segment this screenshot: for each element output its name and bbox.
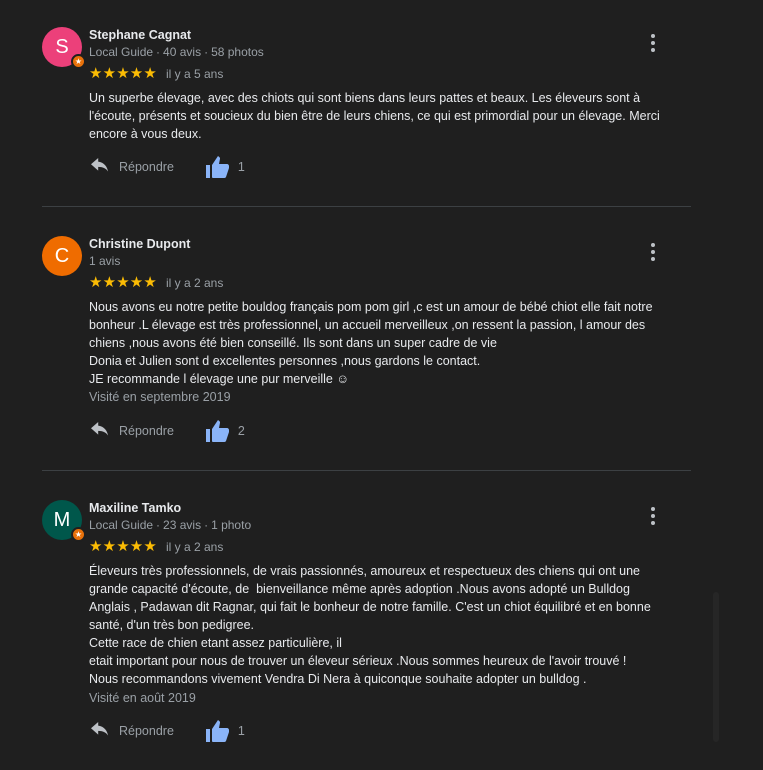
review-text: Un superbe élevage, avec des chiots qui …	[89, 89, 689, 143]
star-icon: ★	[143, 65, 157, 82]
avatar[interactable]: C	[42, 236, 82, 276]
reviewer-header: Stephane Cagnat Local Guide · 40 avis · 58 p…	[89, 27, 264, 60]
reviewer-name[interactable]: Christine Dupont	[89, 236, 190, 252]
reviewer-name[interactable]: Maxiline Tamko	[89, 500, 251, 516]
reply-button[interactable]: Répondre	[89, 158, 174, 176]
reply-button[interactable]: Répondre	[89, 422, 174, 440]
avatar[interactable]: M ★	[42, 500, 86, 542]
star-rating: ★ ★ ★ ★ ★	[89, 539, 157, 555]
star-icon: ★	[129, 274, 144, 291]
rating-row: ★ ★ ★ ★ ★ il y a 2 ans	[89, 275, 223, 291]
review-text-line: etait important pour nous de trouver un …	[89, 654, 627, 668]
like-count: 1	[237, 724, 245, 738]
like-count: 1	[237, 160, 245, 174]
star-icon: ★	[129, 538, 144, 555]
thumbs-up-icon	[205, 720, 229, 742]
star-icon: ★	[143, 538, 157, 555]
local-guide-star-icon: ★	[71, 527, 86, 542]
reviewer-meta: Local Guide · 40 avis · 58 photos	[89, 45, 264, 59]
review-text: Nous avons eu notre petite bouldog franç…	[89, 298, 689, 388]
thumbs-up-icon	[205, 420, 229, 442]
like-button[interactable]: 1	[205, 720, 245, 742]
star-icon: ★	[116, 538, 130, 555]
divider	[42, 206, 691, 207]
review-date: il y a 2 ans	[165, 540, 224, 554]
review-actions: Répondre 1	[89, 156, 245, 178]
more-vert-icon[interactable]	[643, 504, 663, 528]
review-text-line: bonheur .L élevage est très professionne…	[89, 318, 646, 332]
review-count: 23 avis	[163, 518, 202, 532]
review-text-line: Éleveurs très professionnels, de vrais p…	[89, 564, 641, 578]
local-guide-label: Local Guide	[89, 518, 154, 532]
review-count: 40 avis	[163, 45, 202, 59]
reply-arrow-icon	[91, 722, 109, 736]
review-text-line: chiens ,nous avons été bien conseillé. I…	[89, 336, 497, 350]
reviewer-meta: 1 avis	[89, 253, 190, 269]
reviewer-header: Maxiline Tamko Local Guide · 23 avis · 1 pho…	[89, 500, 251, 533]
visited-date: Visité en août 2019	[89, 691, 196, 705]
review-text-line: Cette race de chien etant assez particul…	[89, 636, 342, 650]
reply-label: Répondre	[119, 724, 174, 738]
review-text-line: Nous avons eu notre petite bouldog franç…	[89, 300, 653, 314]
like-button[interactable]: 2	[205, 420, 245, 442]
review-card: S ★ Stephane Cagnat Local Guide · 40 avis ·…	[42, 27, 691, 197]
review-text-line: Anglais , Padawan dit Ragnar, qui fait l…	[89, 600, 651, 614]
star-icon: ★	[129, 65, 144, 82]
thumbs-up-icon	[205, 156, 229, 178]
rating-row: ★ ★ ★ ★ ★ il y a 2 ans	[89, 539, 223, 555]
reply-button[interactable]: Répondre	[89, 722, 174, 740]
review-text-line: JE recommande l élevage une pur merveill…	[89, 372, 350, 386]
review-actions: Répondre 2	[89, 420, 245, 442]
review-count: 1 avis	[89, 254, 121, 268]
review-text-line: Un superbe élevage, avec des chiots qui …	[89, 91, 641, 105]
star-icon: ★	[143, 274, 157, 291]
star-icon: ★	[116, 274, 130, 291]
avatar[interactable]: S ★	[42, 27, 86, 69]
visited-date: Visité en septembre 2019	[89, 390, 231, 404]
review-actions: Répondre 1	[89, 720, 245, 742]
star-icon: ★	[89, 274, 103, 291]
star-icon: ★	[116, 65, 130, 82]
reviewer-header: Christine Dupont 1 avis	[89, 236, 190, 269]
reply-arrow-icon	[91, 158, 109, 172]
more-vert-icon[interactable]	[643, 31, 663, 55]
review-card: M ★ Maxiline Tamko Local Guide · 23 avis · 1…	[42, 500, 691, 760]
review-text: Éleveurs très professionnels, de vrais p…	[89, 562, 689, 688]
review-card: C Christine Dupont 1 avis ★ ★ ★ ★ ★ il y a 2…	[42, 236, 691, 456]
avatar-letter: S	[55, 35, 69, 58]
review-text-line: Nous recommandons vivement Vendra Di Ner…	[89, 672, 587, 686]
local-guide-star-icon: ★	[71, 54, 86, 69]
star-rating: ★ ★ ★ ★ ★	[89, 66, 157, 82]
local-guide-label: Local Guide	[89, 45, 154, 59]
rating-row: ★ ★ ★ ★ ★ il y a 5 ans	[89, 66, 223, 82]
scrollbar[interactable]	[713, 592, 719, 742]
star-icon: ★	[89, 65, 103, 82]
review-text-line: grande capacité d'écoute, de bienveillan…	[89, 582, 630, 596]
review-text-line: santé, d'un très bon pedigree.	[89, 618, 255, 632]
reviewer-meta: Local Guide · 23 avis · 1 photo	[89, 518, 252, 532]
star-icon: ★	[102, 538, 117, 555]
like-button[interactable]: 1	[205, 156, 245, 178]
more-vert-icon[interactable]	[643, 240, 663, 264]
avatar-letter: C	[54, 244, 70, 267]
star-icon: ★	[102, 65, 117, 82]
photo-count: 1 photo	[211, 518, 252, 532]
review-text-line: encore à vous deux.	[89, 127, 202, 141]
star-icon: ★	[89, 538, 103, 555]
star-rating: ★ ★ ★ ★ ★	[89, 275, 157, 291]
reviewer-name[interactable]: Stephane Cagnat	[89, 27, 264, 43]
star-icon: ★	[102, 274, 117, 291]
review-text-line: Donia et Julien sont d excellentes perso…	[89, 354, 481, 368]
reply-label: Répondre	[119, 160, 174, 174]
reply-label: Répondre	[119, 424, 174, 438]
reply-arrow-icon	[91, 422, 109, 436]
photo-count: 58 photos	[211, 45, 264, 59]
divider	[42, 470, 691, 471]
review-date: il y a 5 ans	[165, 67, 224, 81]
review-text-line: l'écoute, présents et soucieux du bien ê…	[89, 109, 660, 123]
review-date: il y a 2 ans	[165, 276, 224, 290]
like-count: 2	[237, 424, 245, 438]
avatar-letter: M	[53, 508, 71, 531]
